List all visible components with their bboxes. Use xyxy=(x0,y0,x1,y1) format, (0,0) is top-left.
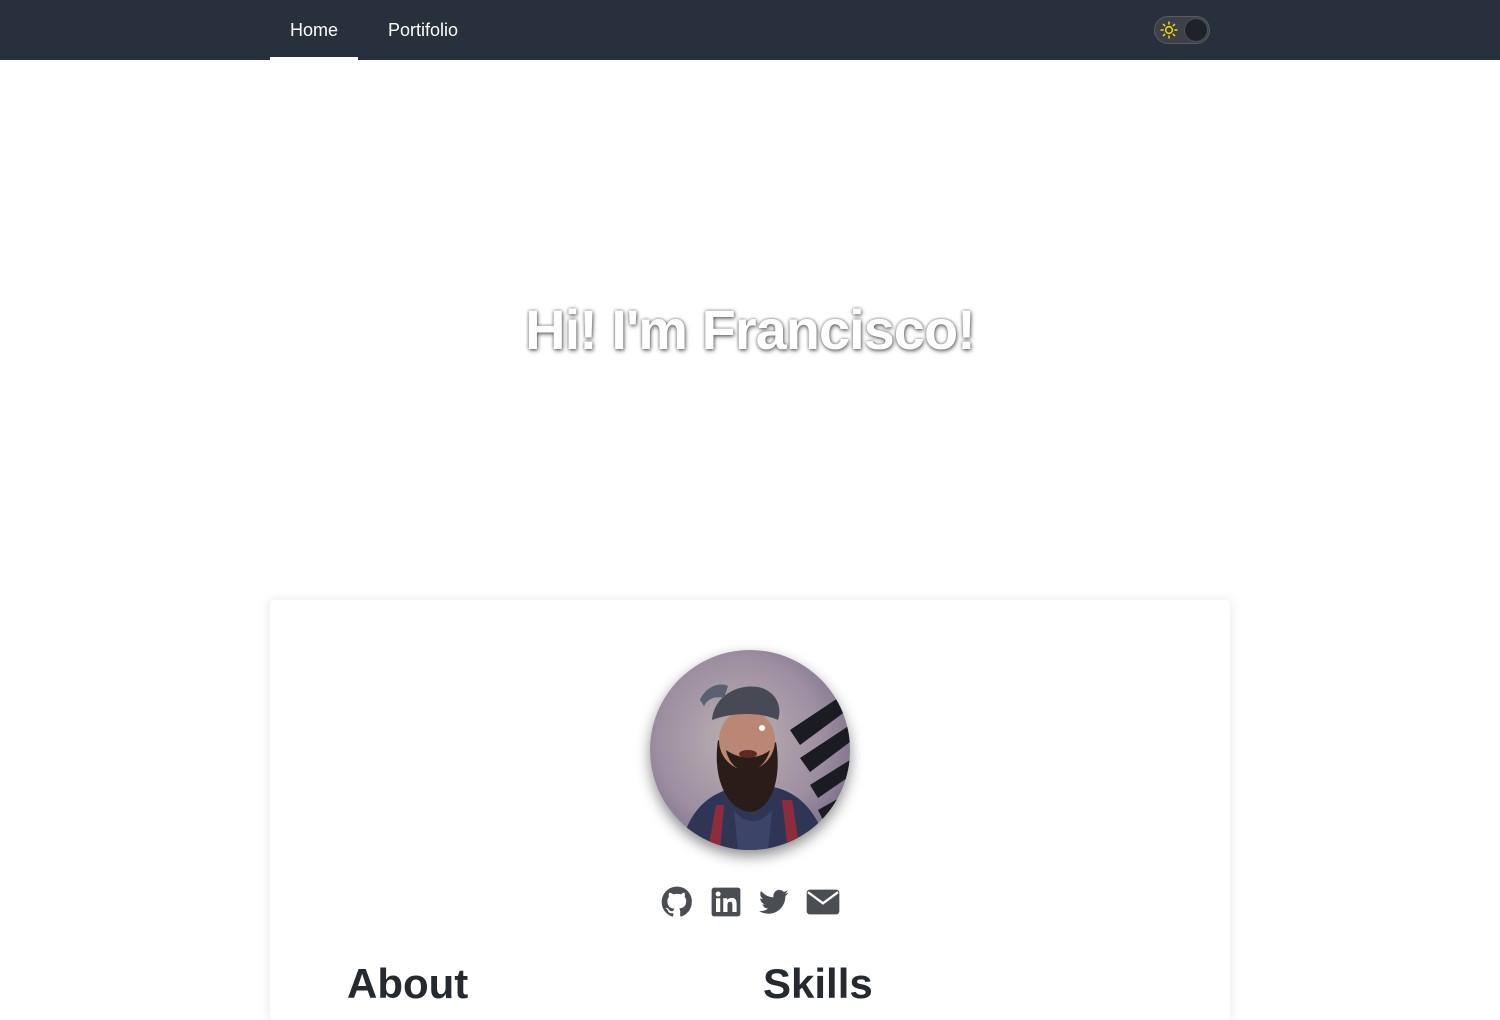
twitter-link[interactable] xyxy=(757,885,791,919)
tab-home-label: Home xyxy=(289,19,338,40)
linkedin-icon xyxy=(711,887,741,917)
twitter-icon xyxy=(759,889,789,914)
avatar xyxy=(650,650,850,850)
tab-portfolio[interactable]: Portifolio xyxy=(358,0,488,60)
about-heading: About xyxy=(347,960,469,1007)
toggle-knob xyxy=(1184,18,1208,42)
tab-portfolio-label: Portifolio xyxy=(387,19,459,40)
avatar-photo xyxy=(650,650,850,850)
email-link[interactable] xyxy=(806,885,840,919)
theme-toggle[interactable] xyxy=(1154,16,1210,44)
nav-container: Home Portifolio xyxy=(270,0,1230,60)
skills-heading: Skills xyxy=(763,960,873,1007)
profile-card: About Skills xyxy=(270,600,1230,1020)
email-icon xyxy=(806,889,840,915)
linkedin-link[interactable] xyxy=(709,885,743,919)
github-icon xyxy=(661,886,692,917)
github-link[interactable] xyxy=(660,885,694,919)
tab-home[interactable]: Home xyxy=(270,0,358,60)
hero-section: Hi! I'm Francisco! xyxy=(0,60,1500,600)
top-navbar: Home Portifolio xyxy=(0,0,1500,60)
sun-icon xyxy=(1160,21,1178,39)
hero-title: Hi! I'm Francisco! xyxy=(525,297,976,361)
social-links xyxy=(660,885,840,919)
